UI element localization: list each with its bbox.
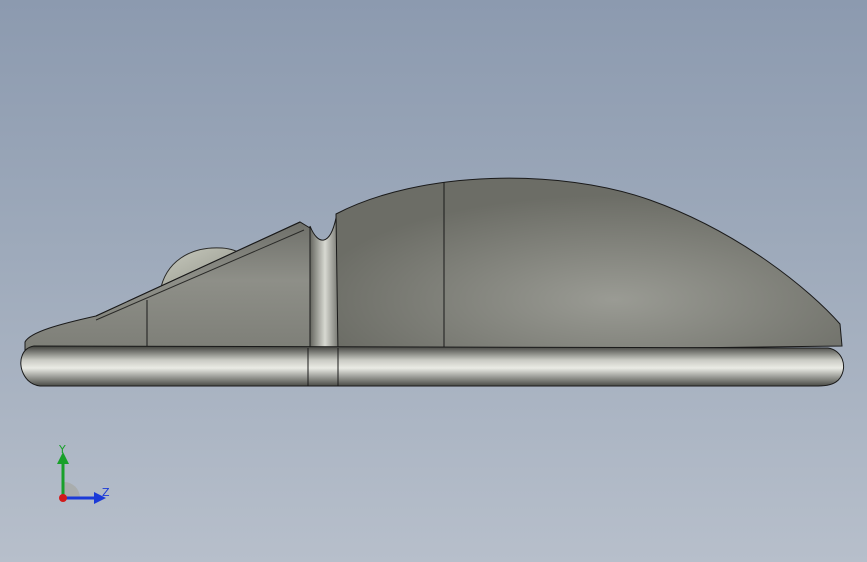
- mouse-model[interactable]: [0, 0, 867, 562]
- graphics-viewport[interactable]: Y Z: [0, 0, 867, 562]
- mouse-front-buttons: [24, 221, 313, 353]
- z-axis-label: Z: [102, 486, 110, 499]
- axis-triad: Y Z: [48, 440, 128, 510]
- mouse-palm-rest: [335, 177, 843, 353]
- x-axis-dot-icon: [59, 494, 67, 502]
- mouse-base: [20, 345, 844, 387]
- y-axis-label: Y: [59, 443, 66, 456]
